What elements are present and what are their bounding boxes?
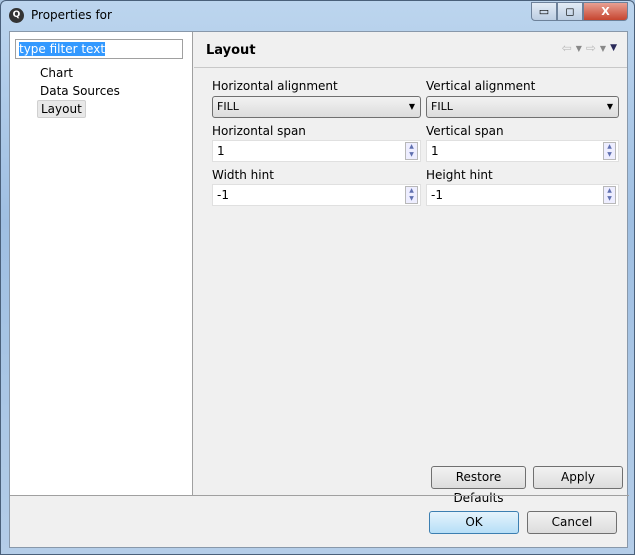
vertical-span-spinner[interactable]: 1 ▲ ▼ [426, 140, 619, 162]
tree-item-layout[interactable]: Layout [37, 100, 86, 118]
tree-panel: type filter text Chart Data Sources Layo… [10, 32, 193, 495]
restore-defaults-button[interactable]: Restore Defaults [431, 466, 526, 505]
header-divider [194, 67, 627, 68]
spinner-arrows-icon[interactable]: ▲ ▼ [603, 186, 616, 204]
filter-text: type filter text [19, 42, 106, 56]
height-hint-spinner[interactable]: -1 ▲ ▼ [426, 184, 619, 206]
dialog-content: type filter text Chart Data Sources Layo… [9, 31, 629, 548]
apply-button[interactable]: Apply [533, 466, 623, 489]
minimize-button[interactable]: ▭ [531, 2, 557, 21]
spinner-arrows-icon[interactable]: ▲ ▼ [405, 186, 418, 204]
app-icon: Q [9, 8, 24, 23]
ok-button[interactable]: OK [429, 511, 519, 534]
vertical-alignment-label: Vertical alignment [426, 79, 536, 93]
maximize-button[interactable]: ◻ [557, 2, 583, 21]
spinner-value: -1 [217, 188, 229, 202]
back-icon[interactable]: ⇦ [562, 41, 572, 55]
tree-item-data-sources[interactable]: Data Sources [37, 83, 123, 99]
spinner-value: -1 [431, 188, 443, 202]
spinner-arrows-icon[interactable]: ▲ ▼ [405, 142, 418, 160]
filter-input[interactable]: type filter text [15, 39, 183, 59]
page-title: Layout [206, 43, 256, 58]
page-panel: Layout ⇦ ▼ ⇨ ▼ ▼ Horizontal alignment Ve… [194, 32, 627, 505]
chevron-down-icon: ▼ [408, 102, 415, 111]
tree-item-chart[interactable]: Chart [37, 65, 76, 81]
horizontal-span-spinner[interactable]: 1 ▲ ▼ [212, 140, 421, 162]
height-hint-label: Height hint [426, 168, 493, 182]
cancel-button[interactable]: Cancel [527, 511, 617, 534]
spinner-value: 1 [217, 144, 225, 158]
horizontal-span-label: Horizontal span [212, 124, 306, 138]
horizontal-alignment-select[interactable]: FILL ▼ [212, 96, 421, 118]
selected-value: FILL [217, 100, 239, 113]
chevron-down-icon: ▼ [606, 102, 613, 111]
width-hint-spinner[interactable]: -1 ▲ ▼ [212, 184, 421, 206]
close-button[interactable]: X [583, 2, 628, 21]
back-dropdown-icon[interactable]: ▼ [576, 44, 582, 55]
spinner-arrows-icon[interactable]: ▲ ▼ [603, 142, 616, 160]
vertical-alignment-select[interactable]: FILL ▼ [426, 96, 619, 118]
window-frame: Q Properties for ▭ ◻ X type filter text … [0, 0, 635, 555]
forward-dropdown-icon[interactable]: ▼ [600, 44, 606, 55]
button-bar-divider [10, 495, 629, 496]
spinner-value: 1 [431, 144, 439, 158]
forward-icon[interactable]: ⇨ [586, 41, 596, 55]
view-menu-icon[interactable]: ▼ [610, 43, 617, 55]
window-title: Properties for [31, 8, 112, 22]
width-hint-label: Width hint [212, 168, 274, 182]
horizontal-alignment-label: Horizontal alignment [212, 79, 338, 93]
selected-value: FILL [431, 100, 453, 113]
vertical-span-label: Vertical span [426, 124, 504, 138]
